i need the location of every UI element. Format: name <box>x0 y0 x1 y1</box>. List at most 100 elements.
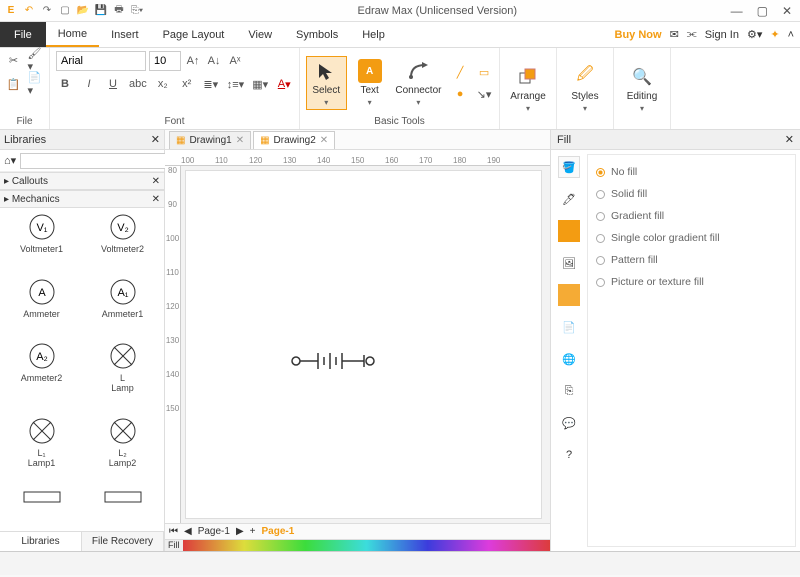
shape-item[interactable]: AAmmeter <box>4 277 79 340</box>
text-tool[interactable]: A Text▾ <box>350 57 390 109</box>
italic-button[interactable]: I <box>80 75 98 93</box>
shape-item[interactable]: L₁Lamp1 <box>4 416 79 489</box>
highlight-button[interactable]: ▦▾ <box>251 75 269 93</box>
next-page-icon[interactable]: ▶ <box>236 526 244 537</box>
prev-page-icon[interactable]: ◀ <box>184 526 192 537</box>
feedback-icon[interactable]: ✉ <box>670 28 679 41</box>
bullets-button[interactable]: ≣▾ <box>202 75 220 93</box>
image-fill-icon[interactable]: 🖼 <box>558 252 580 274</box>
paste-icon[interactable]: 📄▾ <box>27 75 45 93</box>
doc-tab-2[interactable]: ▦Drawing2✕ <box>253 131 335 149</box>
select-tool[interactable]: Select▾ <box>306 56 347 110</box>
shape-item[interactable]: L₂Lamp2 <box>85 416 160 489</box>
doc-tab-1[interactable]: ▦Drawing1✕ <box>169 131 251 149</box>
buy-now-link[interactable]: Buy Now <box>615 29 662 41</box>
page-tab-active[interactable]: Page-1 <box>262 526 295 537</box>
underline-button[interactable]: U <box>104 75 122 93</box>
page-tab-1[interactable]: Page-1 <box>198 526 230 537</box>
cut-icon[interactable]: ✂ <box>5 51 23 69</box>
community-icon[interactable]: ✦ <box>770 28 779 41</box>
tab-home[interactable]: Home <box>46 22 99 47</box>
fill-bucket-icon[interactable]: 🪣 <box>558 156 580 178</box>
fill-option[interactable]: No fill <box>592 161 791 183</box>
comment-icon[interactable]: 💬 <box>558 412 580 434</box>
format-painter-icon[interactable]: 🖌▾ <box>27 51 45 69</box>
solid-color-icon[interactable] <box>558 220 580 242</box>
font-size-select[interactable] <box>149 51 181 71</box>
page-icon[interactable]: 📄 <box>558 316 580 338</box>
add-page-icon[interactable]: + <box>250 526 256 537</box>
close-icon[interactable]: ✕ <box>236 135 244 146</box>
section-callouts-label: Callouts <box>12 176 48 187</box>
color-strip[interactable]: Fill <box>165 539 550 551</box>
tab-libraries[interactable]: Libraries <box>0 532 82 551</box>
shape-item[interactable]: V₂Voltmeter2 <box>85 212 160 275</box>
circuit-symbol[interactable] <box>186 171 541 518</box>
more-shapes-icon[interactable]: ↘▾ <box>475 85 493 103</box>
section-callouts[interactable]: ▸ Callouts✕ <box>0 172 164 190</box>
arrange-tool[interactable]: Arrange▾ <box>506 63 550 115</box>
shape-item[interactable]: V₁Voltmeter1 <box>4 212 79 275</box>
shape-item[interactable]: LLamp <box>85 341 160 414</box>
share-icon[interactable]: ⫘ <box>687 28 697 41</box>
redo-icon[interactable]: ↷ <box>40 4 54 18</box>
library-home-icon[interactable]: ⌂▾ <box>4 154 16 167</box>
fill-panel-close-icon[interactable]: ✕ <box>785 133 794 146</box>
tab-view[interactable]: View <box>236 22 284 47</box>
clear-format-icon[interactable]: Aˣ <box>226 52 244 70</box>
undo-icon[interactable]: ↶ <box>22 4 36 18</box>
shape-item[interactable] <box>4 490 79 527</box>
editing-tool[interactable]: 🔍 Editing▾ <box>620 63 664 115</box>
tab-file-recovery[interactable]: File Recovery <box>82 532 164 551</box>
help-icon[interactable]: ? <box>558 444 580 466</box>
fill-option[interactable]: Solid fill <box>592 183 791 205</box>
file-menu[interactable]: File <box>0 22 46 47</box>
tab-insert[interactable]: Insert <box>99 22 151 47</box>
font-color-button[interactable]: A▾ <box>275 75 293 93</box>
rect-shape-icon[interactable]: ▭ <box>475 63 493 81</box>
libraries-close-icon[interactable]: ✕ <box>151 133 160 146</box>
export-icon[interactable]: ⎘ <box>558 380 580 402</box>
styles-tool[interactable]: 🖉 Styles▾ <box>563 63 607 115</box>
strike-button[interactable]: abc <box>128 75 148 93</box>
sign-in-link[interactable]: Sign In <box>705 29 739 41</box>
font-name-select[interactable] <box>56 51 146 71</box>
open-icon[interactable]: 📂 <box>76 4 90 18</box>
fill-option[interactable]: Pattern fill <box>592 249 791 271</box>
ellipse-shape-icon[interactable]: ● <box>451 85 469 103</box>
shape-item[interactable]: A₂Ammeter2 <box>4 341 79 414</box>
line-style-icon[interactable]: 🖊 <box>558 188 580 210</box>
decrease-font-icon[interactable]: A↓ <box>205 52 223 70</box>
increase-font-icon[interactable]: A↑ <box>184 52 202 70</box>
gear-icon[interactable]: ⚙▾ <box>747 28 762 41</box>
section-mechanics[interactable]: ▸ Mechanics✕ <box>0 190 164 208</box>
print-icon[interactable]: 🖶 <box>112 4 126 18</box>
connector-tool[interactable]: Connector▾ <box>393 57 444 109</box>
minimize-button[interactable]: — <box>731 4 743 18</box>
line-spacing-button[interactable]: ↕≡▾ <box>226 75 245 93</box>
close-button[interactable]: ✕ <box>782 4 792 18</box>
superscript-button[interactable]: x² <box>178 75 196 93</box>
collapse-ribbon-icon[interactable]: ˄ <box>788 29 794 41</box>
shape-item[interactable] <box>85 490 160 527</box>
new-icon[interactable]: ▢ <box>58 4 72 18</box>
first-page-icon[interactable]: ⏮ <box>169 526 178 537</box>
tab-page-layout[interactable]: Page Layout <box>151 22 237 47</box>
export-icon[interactable]: ⎘▾ <box>130 4 144 18</box>
bold-button[interactable]: B <box>56 75 74 93</box>
subscript-button[interactable]: x₂ <box>154 75 172 93</box>
tab-symbols[interactable]: Symbols <box>284 22 350 47</box>
globe-icon[interactable]: 🌐 <box>558 348 580 370</box>
copy-icon[interactable]: 📋 <box>5 75 23 93</box>
line-shape-icon[interactable]: ╱ <box>451 63 469 81</box>
drawing-canvas[interactable] <box>185 170 542 519</box>
maximize-button[interactable]: ▢ <box>757 4 768 18</box>
close-icon[interactable]: ✕ <box>320 135 328 146</box>
shape-item[interactable]: A₁Ammeter1 <box>85 277 160 340</box>
fill-option[interactable]: Gradient fill <box>592 205 791 227</box>
fill-option[interactable]: Single color gradient fill <box>592 227 791 249</box>
fill-option[interactable]: Picture or texture fill <box>592 271 791 293</box>
tab-help[interactable]: Help <box>350 22 397 47</box>
save-icon[interactable]: 💾 <box>94 4 108 18</box>
theme-icon[interactable] <box>558 284 580 306</box>
